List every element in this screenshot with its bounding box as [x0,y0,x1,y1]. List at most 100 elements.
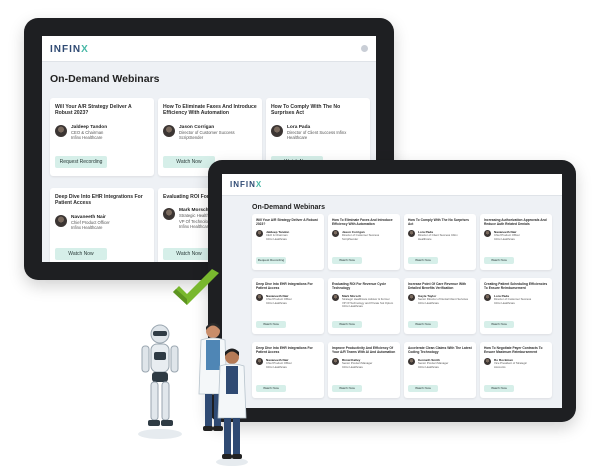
webinar-card[interactable]: Accelerate Clean Claims With The Latest … [404,342,476,398]
top-bar: INFINX [222,174,562,196]
speaker: Gayle Taylor Senior Director of Dental Cl… [408,294,472,305]
speaker-role: Senior Director of Dental Client Service… [418,297,469,305]
checkmark-icon [173,269,219,305]
avatar [256,294,263,302]
avatar [408,294,415,302]
watch-now-button[interactable]: Watch Now [256,321,286,328]
webinar-card[interactable]: Increasing Authorization Approvals And R… [480,214,552,270]
speaker-role: Chief Product Officer Infinx Healthcare [494,233,520,241]
watch-now-button[interactable]: Watch Now [256,385,286,392]
speaker-role: Director of Customer Success ScriptSende… [342,233,380,241]
watch-now-button[interactable]: Watch Now [332,321,362,328]
watch-now-button[interactable]: Watch Now [408,257,438,264]
tablet-small: INFINX On-Demand Webinars Will Your A/R … [208,160,576,422]
avatar [271,124,283,137]
watch-now-button[interactable]: Watch Now [484,321,514,328]
avatar [256,358,263,366]
webinar-title: Deep Dive Into EHR Integrations For Pati… [256,282,313,291]
webinar-card[interactable]: Will Your A/R Strategy Deliver A Robust … [50,98,154,176]
webinar-title: Accelerate Clean Claims With The Latest … [408,346,472,355]
speaker: Bo Bockman Vice President of Strategic Ac… [484,358,548,369]
webinar-card[interactable]: Creating Patient Scheduling Efficiencies… [480,278,552,334]
webinar-card[interactable]: How To Eliminate Faxes And Introduce Eff… [328,214,400,270]
webinar-title: Creating Patient Scheduling Efficiencies… [484,282,548,291]
page-title: On-Demand Webinars [50,73,160,85]
avatar [332,230,339,238]
webinar-card[interactable]: Improve Productivity And Efficiency Of Y… [328,342,400,398]
speaker: Jaldeep Tandon CEO & Chairman Infinx Heal… [55,124,149,141]
speaker: Bimal Kalley Senior Product Manager Infin… [332,358,396,369]
speaker-name: Navaneeth Nair [71,214,106,220]
webinar-card[interactable]: Evaluating ROI For Revenue Cycle Technol… [328,278,400,334]
avatar [163,208,175,221]
request-recording-button[interactable]: Request Recording [256,257,286,264]
webinar-title: How To Comply With The No Surprises Act [271,104,341,117]
infinx-logo[interactable]: INFINX [230,180,262,189]
speaker-role: Strategic Healthcare Advisor & Former VP… [342,297,394,309]
speaker: Navaneeth Nair Chief Product Officer Infi… [256,358,320,369]
watch-now-button[interactable]: Watch Now [55,248,107,260]
webinar-title: Will Your A/R Strategy Deliver A Robust … [55,104,132,117]
speaker-role: Director of Customer Success Infinx Heal… [494,297,532,305]
speaker: Lora Pada Director of Client Success Infi… [408,230,472,241]
webinar-card[interactable]: Deep Dive Into EHR Integrations For Pati… [50,188,154,262]
speaker-role: Strategic Healthc VP Of Technolog Infinx… [179,213,211,229]
watch-now-button[interactable]: Watch Now [408,385,438,392]
speaker-role: Chief Product Officer Infinx Healthcare [71,219,110,230]
speaker: Jason Corrigan Director of Customer Succe… [163,124,257,141]
avatar [408,230,415,238]
speaker: Navaneeth Nair Chief Product Officer Infi… [55,214,149,231]
avatar [484,294,491,302]
avatar [332,294,339,302]
speaker-role: Chief Product Officer Infinx Healthcare [266,297,292,305]
hero-illustration: INFINX On-Demand Webinars Will Your A/R … [0,0,600,469]
speaker: Navaneeth Nair Chief Product Officer Infi… [256,294,320,305]
webinar-title: Increasing Authorization Approvals And R… [484,218,547,227]
webinar-title: Improve Productivity And Efficiency Of Y… [332,346,396,355]
webinar-card[interactable]: Deep Dive Into EHR Integrations For Pati… [252,278,324,334]
webinar-card[interactable]: Will Your A/R Strategy Deliver A Robust … [252,214,324,270]
webinar-title: How To Eliminate Faxes And Introduce Eff… [332,218,393,227]
webinar-card[interactable]: How To Comply With The No Surprises Act L… [404,214,476,270]
speaker-name: Jaldeep Tandon [71,124,108,130]
top-bar: INFINX [42,36,376,62]
webinar-title: How To Eliminate Faxes And Introduce Eff… [163,104,257,117]
watch-now-button[interactable]: Watch Now [332,257,362,264]
page-title: On-Demand Webinars [252,204,325,211]
speaker: Jaldeep Tandon CEO & Chairman Infinx Heal… [256,230,320,241]
webinar-card[interactable]: Deep Dive Into EHR Integrations For Pati… [252,342,324,398]
avatar [484,358,491,366]
watch-now-button[interactable]: Watch Now [484,385,514,392]
avatar [55,214,67,227]
request-recording-button[interactable]: Request Recording [55,156,107,168]
webinar-title: Will Your A/R Strategy Deliver A Robust … [256,218,318,227]
watch-now-button[interactable]: Watch Now [408,321,438,328]
webinar-title: Evaluating ROI For Revenue Cycle Technol… [332,282,387,291]
watch-now-button[interactable]: Watch Now [163,156,215,168]
speaker-role: Vice President of Strategic Accounts [494,361,527,369]
webinar-title: How To Comply With The No Surprises Act [408,218,469,227]
speaker: Navaneeth Nair Chief Product Officer Infi… [484,230,548,241]
infinx-logo[interactable]: INFINX [50,44,89,55]
speaker-role: Director of Customer Success ScriptSende… [179,129,235,140]
doctor-icon [216,348,248,466]
speaker: Mark Morsch Strategic Healthcare Advisor … [332,294,396,308]
speaker-role: CEO & Chairman Infinx Healthcare [266,233,288,241]
avatar [55,124,67,137]
speaker-role: CEO & Chairman Infinx Healthcare [71,129,104,140]
menu-dot-icon[interactable] [361,45,368,52]
speaker: Kenneth Smith Senior Product Manager Infi… [408,358,472,369]
speaker: Lora Pada Director of Client Success Infi… [271,124,365,141]
webinar-card[interactable]: Increase Point Of Care Revenue With Deta… [404,278,476,334]
webinar-title: Deep Dive Into EHR Integrations For Pati… [256,346,313,355]
speaker: Lora Pada Director of Customer Success In… [484,294,548,305]
speaker-role: Director of Client Success Infinx Health… [418,233,458,241]
tablet-small-screen: INFINX On-Demand Webinars Will Your A/R … [222,174,562,408]
avatar [332,358,339,366]
webinar-card[interactable]: How To Negotiate Payer Contracts To Ensu… [480,342,552,398]
avatar [163,124,175,137]
watch-now-button[interactable]: Watch Now [332,385,362,392]
webinar-title: Deep Dive Into EHR Integrations For Pati… [55,194,143,207]
watch-now-button[interactable]: Watch Now [484,257,514,264]
speaker-role: Chief Product Officer Infinx Healthcare [266,361,292,369]
